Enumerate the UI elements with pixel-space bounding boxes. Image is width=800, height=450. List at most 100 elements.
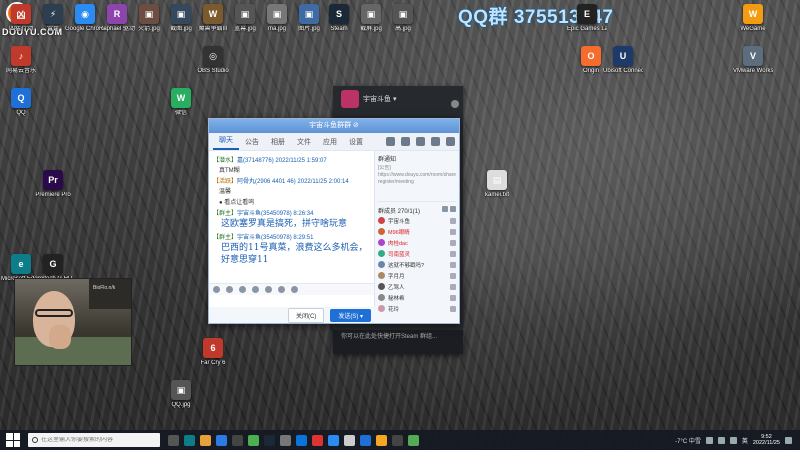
- member-name: 这就不够戳吗?: [388, 262, 425, 269]
- notification-icon[interactable]: [785, 436, 792, 444]
- search-input[interactable]: [41, 437, 151, 443]
- history-icon[interactable]: [291, 286, 298, 293]
- desktop-icon[interactable]: E Epic Games Launcher: [567, 4, 607, 44]
- image-icon[interactable]: [252, 286, 259, 293]
- taskbar-app-icon[interactable]: [360, 434, 371, 446]
- desktop-icon[interactable]: ◉ Google Chrome: [65, 4, 105, 44]
- desktop-icon[interactable]: Pr Premiere Pro: [35, 170, 71, 210]
- taskbar-search[interactable]: [28, 433, 160, 447]
- network-icon[interactable]: [717, 436, 725, 444]
- member-list[interactable]: 宇宙斗鱼 M96眼睛 肉桂dac 司南蓝灵这就不够戳吗? 字月月 乙驾人 秘林希 花玲: [378, 215, 456, 314]
- steam-user-header[interactable]: 宇宙斗鱼 ▾: [341, 90, 396, 108]
- desktop-icon[interactable]: ▣ ma.jpg: [260, 4, 294, 44]
- clock[interactable]: 9:52 2022/11/25: [753, 434, 780, 446]
- member-list-item[interactable]: 秘林希: [378, 292, 456, 303]
- desktop-icon[interactable]: ▣ 高.jpg: [386, 4, 420, 44]
- member-list-item[interactable]: 宇宙斗鱼: [378, 215, 456, 226]
- tab-chat[interactable]: 聊天: [213, 134, 239, 150]
- taskbar-app-icon[interactable]: [200, 434, 211, 446]
- emoji-icon[interactable]: [213, 286, 220, 293]
- member-list-item[interactable]: 乙驾人: [378, 281, 456, 292]
- taskbar-app-icon[interactable]: [344, 434, 355, 446]
- member-list-item[interactable]: 字月月: [378, 270, 456, 281]
- gear-icon[interactable]: [451, 100, 459, 108]
- desktop-icon[interactable]: 6 Far Cry 6: [196, 338, 230, 378]
- message-time: 2022/11/25 2:00:14: [297, 179, 349, 185]
- tab-files[interactable]: 文件: [291, 137, 317, 147]
- scissors-icon[interactable]: [226, 286, 233, 293]
- taskbar-app-icon[interactable]: [312, 434, 323, 446]
- video-icon[interactable]: [401, 137, 410, 146]
- taskbar-app-icon[interactable]: [216, 434, 227, 446]
- desktop-icon[interactable]: ▤ kamei.txt: [480, 170, 514, 210]
- desktop-icon[interactable]: V VMware Workstation: [733, 46, 773, 86]
- mic-icon[interactable]: [278, 286, 285, 293]
- tab-album[interactable]: 相册: [265, 137, 291, 147]
- sender-name[interactable]: 宇宙斗鱼(35450978): [237, 211, 292, 217]
- desktop-icon[interactable]: ▣ 截图.jpg: [164, 4, 198, 44]
- tab-settings[interactable]: 设置: [343, 137, 369, 147]
- input-toolbar: [209, 283, 374, 295]
- screen-share-icon[interactable]: [416, 137, 425, 146]
- taskbar-app-icon[interactable]: [168, 434, 179, 446]
- close-button[interactable]: 关闭(C): [287, 307, 325, 323]
- qq-group-chat-window[interactable]: 宇宙斗鱼群群 ⊘ 聊天 公告 相册 文件 应用 设置 【潜水】嘉(3714877…: [208, 118, 460, 324]
- desktop-icon[interactable]: ▣ 火箭.jpg: [132, 4, 166, 44]
- desktop-icon[interactable]: U Ubisoft Connect: [603, 46, 643, 86]
- input-language[interactable]: 英: [742, 436, 748, 445]
- more-icon[interactable]: [446, 137, 455, 146]
- tab-apps[interactable]: 应用: [317, 137, 343, 147]
- chevron-up-icon[interactable]: [705, 436, 713, 444]
- desktop-icon[interactable]: S Steam: [322, 4, 356, 44]
- folder-icon[interactable]: [239, 286, 246, 293]
- taskbar-app-icon[interactable]: [248, 434, 259, 446]
- member-list-item[interactable]: 这就不够戳吗?: [378, 259, 456, 270]
- desktop-icon[interactable]: ▣ QQ.jpg: [164, 380, 198, 420]
- add-member-icon[interactable]: [450, 206, 456, 212]
- taskbar-app-icon[interactable]: [376, 434, 387, 446]
- member-list-item[interactable]: 花玲: [378, 303, 456, 314]
- app-icon: ▣: [299, 4, 319, 24]
- taskbar-app-icon[interactable]: [184, 434, 195, 446]
- taskbar-app-icon[interactable]: [280, 434, 291, 446]
- sender-name[interactable]: 嘉(37148776): [237, 158, 274, 164]
- desktop-icon[interactable]: ▣ 蓝幕.jpg: [228, 4, 262, 44]
- desktop-icon[interactable]: W 微信: [164, 88, 198, 128]
- taskbar-app-icon[interactable]: [408, 434, 419, 446]
- weather-widget[interactable]: -7°C 中雪: [675, 436, 701, 445]
- desktop-icon[interactable]: W 魔兽争霸III: [196, 4, 230, 44]
- desktop-icon[interactable]: ▣ 截屏.jpg: [354, 4, 388, 44]
- taskbar-app-icon[interactable]: [328, 434, 339, 446]
- member-list-item[interactable]: M96眼睛: [378, 226, 456, 237]
- desktop-icon[interactable]: ▣ 图片.jpg: [292, 4, 326, 44]
- desktop-icon[interactable]: 凶凶猛行动: [4, 4, 38, 44]
- taskbar-app-icon[interactable]: [264, 434, 275, 446]
- member-status-icon: [450, 283, 456, 290]
- send-button[interactable]: 发送(S) ▾: [330, 308, 371, 322]
- taskbar-app-icon[interactable]: [296, 434, 307, 446]
- taskbar-app-icon[interactable]: [392, 434, 403, 446]
- gift-icon[interactable]: [265, 286, 272, 293]
- message-text: 巴西的11号真菜，浪费这么多机会，好意思穿11: [221, 243, 368, 265]
- add-icon[interactable]: [431, 137, 440, 146]
- desktop-icon[interactable]: Q QQ: [4, 88, 38, 128]
- member-list-item[interactable]: 肉桂dac: [378, 237, 456, 248]
- app-icon: R: [107, 4, 127, 24]
- tab-notice[interactable]: 公告: [239, 137, 265, 147]
- taskbar-app-icon[interactable]: [232, 434, 243, 446]
- notice-text[interactable]: [公告] https://www.douyu.com/room/share/27…: [378, 165, 456, 193]
- volume-icon[interactable]: [729, 436, 737, 444]
- search-icon[interactable]: [442, 206, 448, 212]
- sender-name[interactable]: 阿骨丸(2906 4401 46): [237, 179, 296, 185]
- desktop-icon[interactable]: ◎ OBS Studio: [196, 46, 230, 86]
- desktop-icon[interactable]: O Origin: [574, 46, 608, 86]
- member-list-item[interactable]: 司南蓝灵: [378, 248, 456, 259]
- desktop-icon[interactable]: ♪ 网易云音乐: [4, 46, 38, 86]
- sender-name[interactable]: 宇宙斗鱼(35450978): [237, 235, 292, 241]
- desktop-icon[interactable]: W WeGame: [736, 4, 770, 44]
- phone-icon[interactable]: [386, 137, 395, 146]
- desktop-icon[interactable]: ⚡ 雷霆: [36, 4, 70, 44]
- desktop-icon[interactable]: R Raphael 驱动: [99, 4, 135, 44]
- message-list[interactable]: 【潜水】嘉(37148776) 2022/11/25 1:59:07 真TM糊 【活…: [209, 151, 374, 283]
- windows-start-icon[interactable]: [6, 433, 20, 447]
